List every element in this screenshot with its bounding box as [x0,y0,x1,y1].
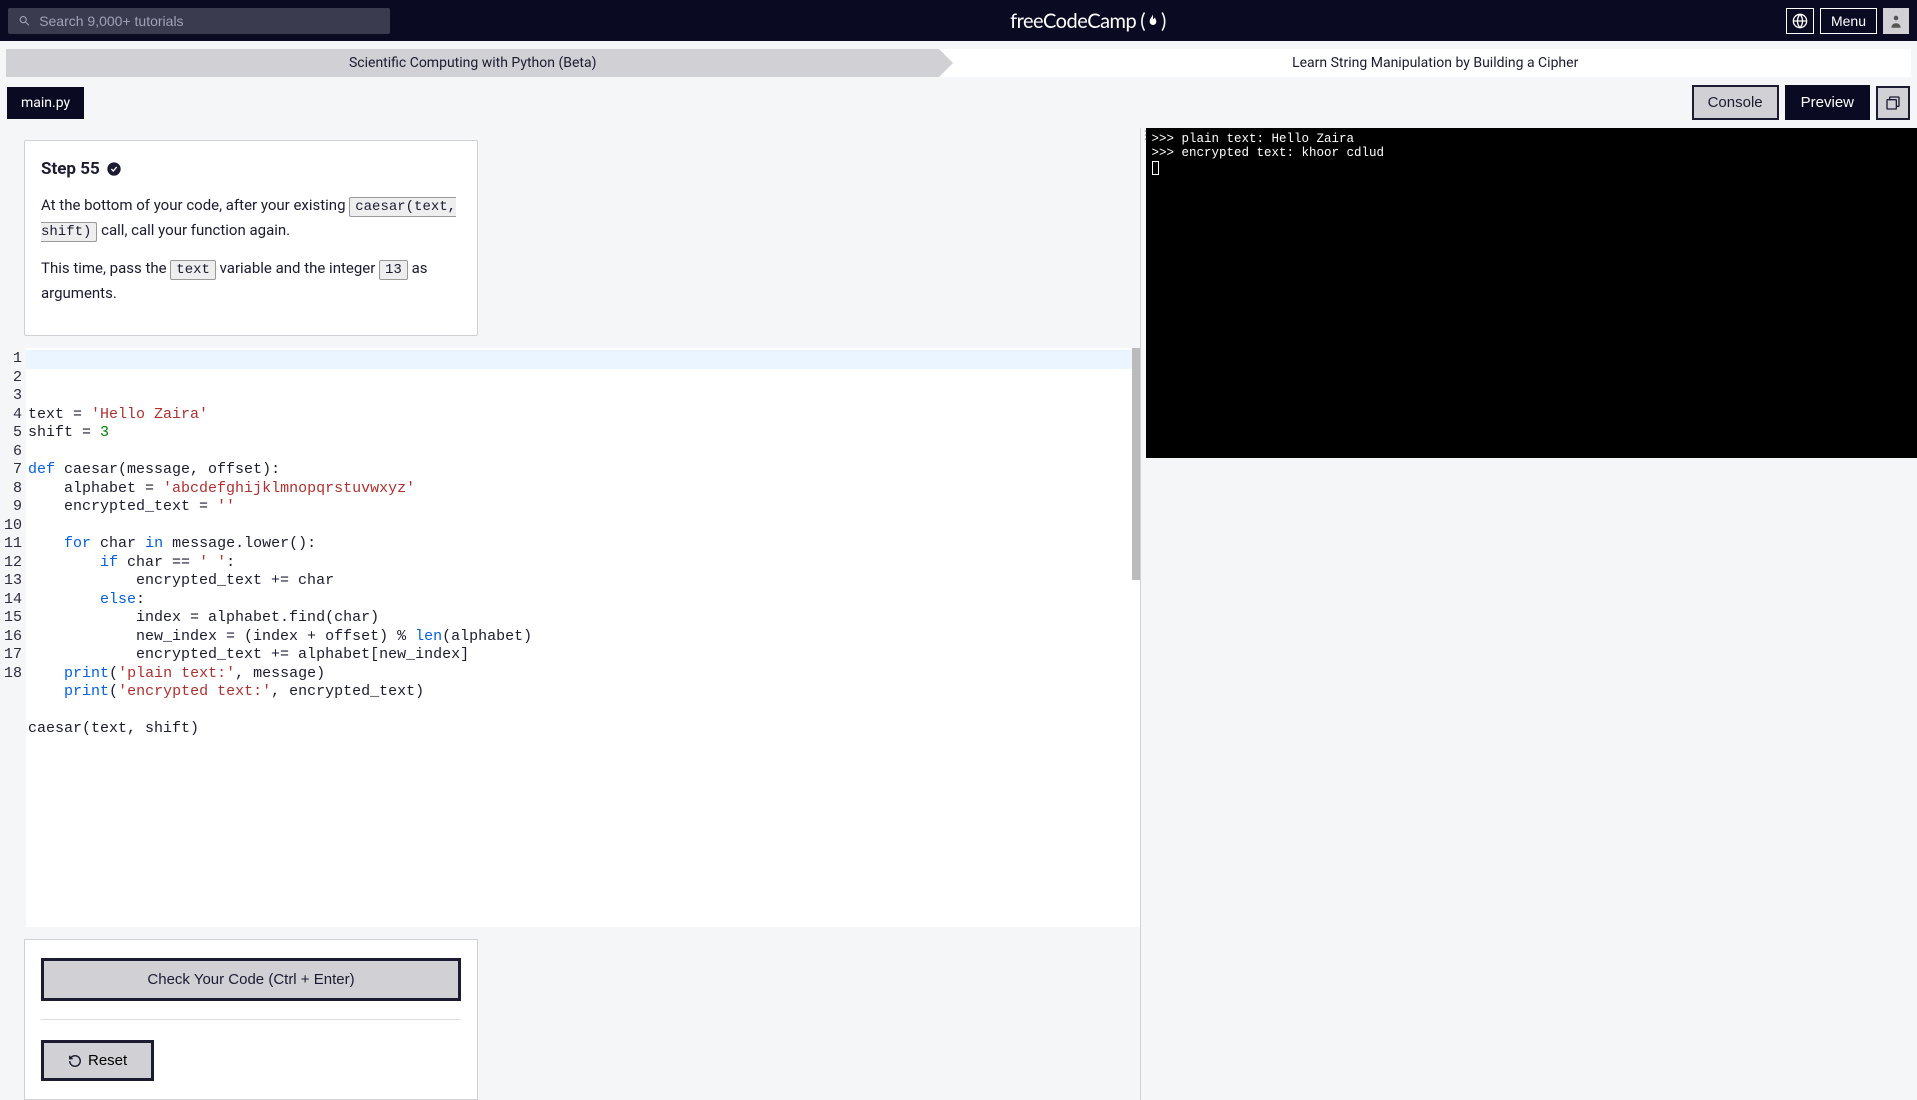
split-handle[interactable] [1140,128,1146,1100]
divider [41,1019,461,1020]
brand-logo[interactable]: freeCodeCamp () [390,9,1786,33]
file-tab[interactable]: main.py [7,87,84,119]
code-literal: 13 [379,260,408,280]
right-tabs: Console Preview [1692,85,1910,120]
code-area[interactable]: text = 'Hello Zaira'shift = 3 def caesar… [26,348,1139,927]
nav-right: Menu [1786,8,1909,34]
check-code-button[interactable]: Check Your Code (Ctrl + Enter) [41,958,461,1001]
console-cursor [1152,161,1159,175]
check-circle-icon [106,161,122,177]
left-pane: Step 55 At the bottom of your code, afte… [2,128,1140,1100]
search-input[interactable] [39,13,380,29]
console-tab[interactable]: Console [1692,85,1779,120]
step-title: Step 55 [41,159,461,179]
scroll-thumb[interactable] [1132,348,1140,580]
breadcrumb-challenge[interactable]: Learn String Manipulation by Building a … [939,49,1911,77]
code-literal: text [170,260,216,280]
reset-icon [68,1054,82,1068]
instructions-text: At the bottom of your code, after your e… [41,193,461,305]
language-button[interactable] [1786,8,1814,34]
main-split: Step 55 At the bottom of your code, afte… [0,128,1917,1100]
console-output[interactable]: >>> plain text: Hello Zaira >>> encrypte… [1146,128,1917,458]
avatar-button[interactable] [1883,8,1909,34]
editor-scrollbar[interactable] [1132,348,1140,927]
right-pane: >>> plain text: Hello Zaira >>> encrypte… [1146,128,1917,1100]
preview-tab[interactable]: Preview [1785,85,1870,120]
action-panel: Check Your Code (Ctrl + Enter) Reset [24,939,478,1100]
tabs-row: main.py Console Preview [0,77,1917,128]
reset-button[interactable]: Reset [41,1040,154,1081]
breadcrumb-course[interactable]: Scientific Computing with Python (Beta) [6,49,939,77]
code-editor[interactable]: 123456789101112131415161718 text = 'Hell… [2,348,1140,927]
window-icon [1885,95,1901,111]
breadcrumb: Scientific Computing with Python (Beta) … [6,49,1911,77]
new-window-button[interactable] [1876,86,1910,120]
menu-button[interactable]: Menu [1820,8,1877,34]
current-line-highlight [26,350,1139,369]
line-gutter: 123456789101112131415161718 [2,348,26,927]
search-container[interactable] [8,8,390,34]
globe-icon [1792,13,1808,29]
avatar-icon [1887,12,1905,30]
instructions-panel: Step 55 At the bottom of your code, afte… [24,140,478,336]
search-icon [18,14,31,28]
flame-icon: () [1140,9,1166,33]
top-nav: freeCodeCamp () Menu [0,0,1917,41]
